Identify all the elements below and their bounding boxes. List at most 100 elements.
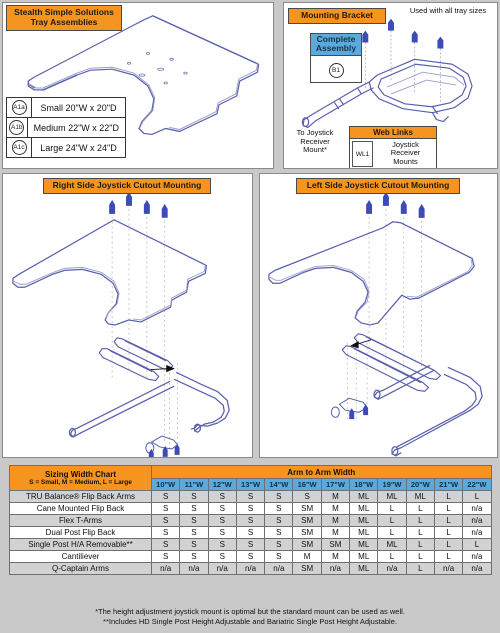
callout-b1: B1 [328,62,344,78]
left-side-exploded-illustration [260,174,497,457]
used-with-note: Used with all tray sizes [409,6,487,15]
chart-subtitle: S = Small, M = Medium, L = Large [29,478,132,486]
col-header-20w: 20"W [405,478,435,491]
cell: S [264,550,294,563]
cell: S [235,526,266,539]
cell: S [179,490,209,503]
cell: S [235,490,266,503]
cell: n/a [264,562,294,575]
legend-label-a1c: Large 24"W x 24"D [40,142,117,153]
row-label: Dual Post Flip Back [9,526,152,539]
legend-row: A1a Small 20"W x 20"D [7,98,125,118]
cell: S [235,538,266,551]
callout-cell: A1b [7,118,28,137]
cell: S [264,526,294,539]
sizing-width-table: Sizing Width Chart S = Small, M = Medium… [9,465,492,575]
cell: SM [292,562,322,575]
sizing-width-chart: Sizing Width Chart S = Small, M = Medium… [9,465,492,575]
cell: L [405,562,435,575]
col-header-19w: 19"W [377,478,407,491]
chart-title: Sizing Width Chart [44,469,117,479]
to-joystick-receiver-mount-note: To Joystick Receiver Mount* [287,128,343,155]
left-side-panel-title: Left Side Joystick Cutout Mounting [296,178,460,194]
cell: M [320,490,351,503]
cell: n/a [433,562,464,575]
cell: S [150,502,181,515]
row-label: Flex T-Arms [9,514,152,527]
cell: n/a [207,562,237,575]
cell: S [150,526,181,539]
cell: S [207,490,237,503]
panel-left-side-joystick-cutout: Left Side Joystick Cutout Mounting [259,173,498,458]
cell: L [377,526,407,539]
legend-row: A1b Medium 22"W x 22"D [7,118,125,138]
cell: S [235,550,266,563]
col-header-18w: 18"W [349,478,379,491]
web-links-header: Web Links [350,127,436,139]
cell: L [433,526,464,539]
chart-footnotes: *The height adjustment joystick mount is… [0,607,500,627]
table-row: Single Post H/A Removable** S S S S S SM… [9,538,492,551]
table-row: Cane Mounted Flip Back S S S S S SM M ML… [9,502,492,515]
callout-a1b: A1b [9,120,25,135]
web-links-row[interactable]: WL1 Joystick Receiver Mounts [350,139,436,168]
callout-cell: A1c [7,138,32,157]
right-side-exploded-illustration [3,174,252,457]
cell: L [377,550,407,563]
cell: S [264,514,294,527]
web-link-label-line1: Joystick Receiver [390,140,421,158]
cell: S [292,490,322,503]
cell: ML [349,538,379,551]
col-header-22w: 22"W [462,478,492,491]
mounting-bracket-title: Mounting Bracket [288,8,386,24]
table-row: Q-Captain Arms n/a n/a n/a n/a n/a SM n/… [9,562,492,575]
legend-row: A1c Large 24"W x 24"D [7,138,125,157]
cell: S [179,538,209,551]
col-header-12w: 12"W [207,478,237,491]
cell: M [292,550,322,563]
cell: S [264,538,294,551]
cell: S [207,526,237,539]
cell: L [462,490,492,503]
col-header-17w: 17"W [320,478,351,491]
legend-label-a1b: Medium 22"W x 22"D [33,122,119,133]
cell: ML [377,538,407,551]
cell: L [405,550,435,563]
cell: n/a [179,562,209,575]
cell: S [207,538,237,551]
cell: S [150,514,181,527]
web-link-label[interactable]: Joystick Receiver Mounts [375,139,436,168]
cell: L [433,502,464,515]
callout-a1a: A1a [11,100,27,115]
table-row: Cantiliever S S S S S M M ML L L L n/a [9,550,492,563]
panel-mounting-bracket: Used with all tray sizes Mounting Bracke… [283,2,498,169]
col-header-21w: 21"W [433,478,464,491]
complete-assembly-box: Complete Assembly B1 [310,33,362,83]
cell: n/a [150,562,181,575]
cell: M [320,526,351,539]
cell: n/a [462,514,492,527]
cell: S [207,514,237,527]
cell: L [433,490,464,503]
right-side-panel-title: Right Side Joystick Cutout Mounting [43,178,211,194]
cell: n/a [462,526,492,539]
web-link-code-wl1: WL1 [352,141,373,168]
row-label: TRU Balance® Flip Back Arms [9,490,152,503]
cell: S [179,502,209,515]
parts-diagram-sheet: Stealth Simple Solutions Tray Assemblies… [0,0,500,633]
complete-assembly-line2: Assembly [315,43,357,54]
web-links-table: Web Links WL1 Joystick Receiver Mounts [349,126,437,168]
cell: M [320,550,351,563]
cell: S [235,502,266,515]
row-label: Single Post H/A Removable** [9,538,152,551]
cell: L [377,514,407,527]
tray-size-legend: A1a Small 20"W x 20"D A1b Medium 22"W x … [6,97,126,158]
cell: ML [349,562,379,575]
row-label: Cane Mounted Flip Back [9,502,152,515]
cell: S [235,514,266,527]
tray-panel-title: Stealth Simple Solutions Tray Assemblies [6,5,122,31]
web-link-label-line2: Mounts [393,156,418,166]
footnote-two: **Includes HD Single Post Height Adjusta… [103,616,397,626]
row-label: Q-Captain Arms [9,562,152,575]
cell: n/a [462,562,492,575]
